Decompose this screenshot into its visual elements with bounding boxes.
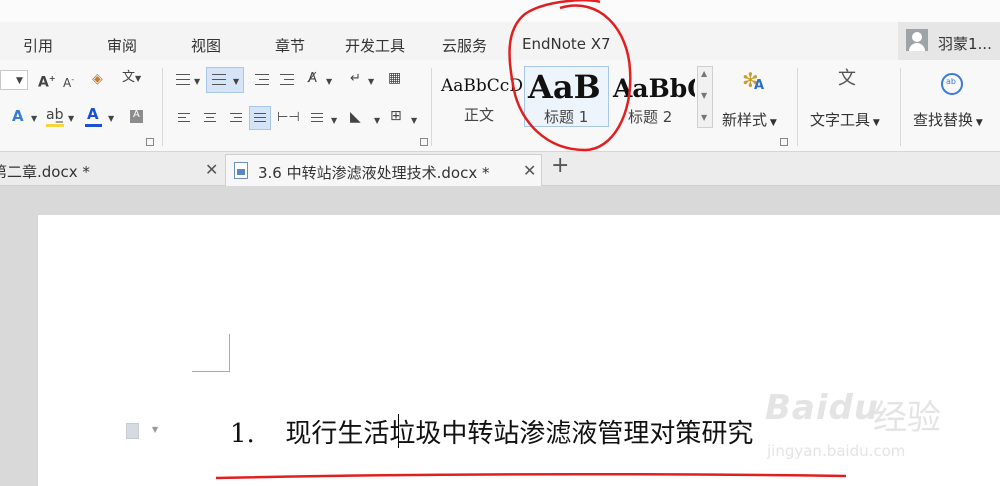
menu-references[interactable]: 引用 xyxy=(23,35,53,56)
chevron-down-icon[interactable]: ▼ xyxy=(152,425,158,434)
chevron-down-icon[interactable]: ▼ xyxy=(108,111,114,127)
highlight-color-bar xyxy=(46,124,64,127)
paragraph-dialog-launcher-icon[interactable] xyxy=(420,138,428,146)
chevron-down-icon[interactable]: ▼ xyxy=(331,113,337,129)
char-shading-icon[interactable]: A xyxy=(130,109,143,123)
style-sample-normal: AaBbCcD xyxy=(441,76,523,96)
style-gallery-scroll[interactable]: ▲ ▼ ▼ xyxy=(697,66,713,128)
document-icon xyxy=(234,162,248,179)
styles-dialog-launcher-icon[interactable] xyxy=(780,138,788,146)
style-sample-heading2: AaBbC xyxy=(613,74,695,103)
scroll-up-icon[interactable]: ▲ xyxy=(701,69,707,78)
menu-view[interactable]: 视图 xyxy=(191,35,221,56)
shrink-font-icon[interactable]: A- xyxy=(63,72,74,91)
find-replace-icon[interactable]: ab xyxy=(941,73,963,95)
menu-review[interactable]: 审阅 xyxy=(107,35,137,56)
scroll-down-icon[interactable]: ▼ xyxy=(701,91,707,100)
watermark-url: jingyan.baidu.com xyxy=(767,442,906,460)
menu-endnote[interactable]: EndNote X7 xyxy=(522,35,611,53)
style-name-heading1: 标题 1 xyxy=(544,108,589,126)
find-replace-button[interactable]: 查找替换 ▼ xyxy=(913,109,983,130)
align-center-icon[interactable] xyxy=(204,113,218,125)
style-heading2[interactable]: AaBbC 标题 2 xyxy=(611,66,695,128)
user-name[interactable]: 羽蒙1... xyxy=(938,33,992,54)
decrease-indent-icon[interactable] xyxy=(255,74,269,86)
style-heading1[interactable]: AaB 标题 1 xyxy=(524,66,609,128)
tab-chapter2[interactable]: 第二章.docx * ✕ xyxy=(0,154,225,186)
borders-icon[interactable]: ⊞ xyxy=(390,108,402,124)
chevron-down-icon[interactable]: ▼ xyxy=(326,74,332,90)
font-color-icon[interactable]: A xyxy=(87,106,99,122)
line-spacing-icon[interactable] xyxy=(311,113,325,125)
font-dialog-launcher-icon[interactable] xyxy=(146,138,154,146)
text-caret xyxy=(398,414,399,448)
new-style-letter-icon: A xyxy=(754,78,765,93)
menu-bar xyxy=(0,0,1000,60)
clear-format-icon[interactable]: ◈ xyxy=(92,71,103,87)
gallery-expand-icon[interactable]: ▼ xyxy=(701,113,707,122)
font-color-bar xyxy=(85,124,102,127)
numbered-list-icon[interactable] xyxy=(212,74,226,86)
menu-cloud-service[interactable]: 云服务 xyxy=(442,35,487,56)
table-icon[interactable]: ▦ xyxy=(388,70,401,86)
show-marks-icon[interactable]: ↵ xyxy=(350,71,361,87)
menu-developer[interactable]: 开发工具 xyxy=(345,35,405,56)
highlight-icon[interactable]: ab̲ xyxy=(46,107,63,123)
tab-label: 3.6 中转站渗滤液处理技术.docx * xyxy=(258,164,490,182)
chevron-down-icon[interactable]: ▼ xyxy=(374,113,380,129)
chevron-down-icon[interactable]: ▼ xyxy=(16,73,23,89)
ribbon-separator xyxy=(797,68,798,146)
chevron-down-icon[interactable]: ▼ xyxy=(368,74,374,90)
tab-active-document[interactable]: 3.6 中转站渗滤液处理技术.docx * ✕ xyxy=(225,154,542,186)
watermark-cn: 经验 xyxy=(873,398,941,438)
ribbon-separator xyxy=(900,68,901,146)
shading-icon[interactable]: ◣ xyxy=(350,109,361,125)
close-icon[interactable]: ✕ xyxy=(523,161,536,180)
document-heading[interactable]: 1. 现行生活垃圾中转站渗滤液管理对策研究 xyxy=(230,413,753,450)
text-effect-icon[interactable]: A xyxy=(12,108,24,124)
chevron-down-icon[interactable]: ▼ xyxy=(194,74,200,90)
chevron-down-icon[interactable]: ▼ xyxy=(31,111,37,127)
increase-indent-icon[interactable] xyxy=(280,74,294,86)
heading-text: 现行生活垃圾中转站渗滤液管理对策研究 xyxy=(285,419,754,449)
style-normal[interactable]: AaBbCcD 正文 xyxy=(438,66,523,128)
watermark-brand: Baidu xyxy=(765,388,880,428)
style-name-normal: 正文 xyxy=(464,106,495,124)
ribbon-separator xyxy=(431,68,432,146)
sort-icon[interactable]: A̸ xyxy=(308,71,317,87)
distributed-align-icon[interactable]: ⊢⊣ xyxy=(277,110,300,126)
text-tools-icon[interactable]: 文 xyxy=(838,70,856,88)
bullet-list-icon[interactable] xyxy=(176,74,190,86)
justify-icon[interactable] xyxy=(254,113,268,125)
text-tools-button[interactable]: 文字工具 ▼ xyxy=(810,109,880,130)
margin-corner-mark xyxy=(192,334,230,372)
grow-font-icon[interactable]: A+ xyxy=(38,71,56,91)
tab-label: 第二章.docx * xyxy=(0,163,90,181)
paragraph-menu-icon[interactable] xyxy=(124,421,144,441)
style-sample-heading1: AaB xyxy=(528,68,601,106)
new-tab-button[interactable]: + xyxy=(551,153,569,185)
new-style-button[interactable]: 新样式 ▼ xyxy=(722,109,777,130)
ribbon-separator xyxy=(162,68,163,146)
align-right-icon[interactable] xyxy=(230,113,244,125)
chevron-down-icon[interactable]: ▼ xyxy=(233,74,239,90)
heading-number: 1. xyxy=(230,419,255,449)
title-strip xyxy=(0,0,1000,22)
avatar-icon[interactable] xyxy=(906,29,928,51)
phonetic-guide-icon[interactable]: 文▼ xyxy=(122,70,141,87)
close-icon[interactable]: ✕ xyxy=(205,160,218,179)
chevron-down-icon[interactable]: ▼ xyxy=(68,111,74,127)
chevron-down-icon[interactable]: ▼ xyxy=(411,113,417,129)
style-name-heading2: 标题 2 xyxy=(628,108,673,126)
align-left-icon[interactable] xyxy=(178,113,192,125)
baidu-watermark: Baidu 经验 jingyan.baidu.com xyxy=(765,378,965,468)
font-size-dropdown[interactable] xyxy=(0,70,28,90)
menu-chapter[interactable]: 章节 xyxy=(275,35,305,56)
